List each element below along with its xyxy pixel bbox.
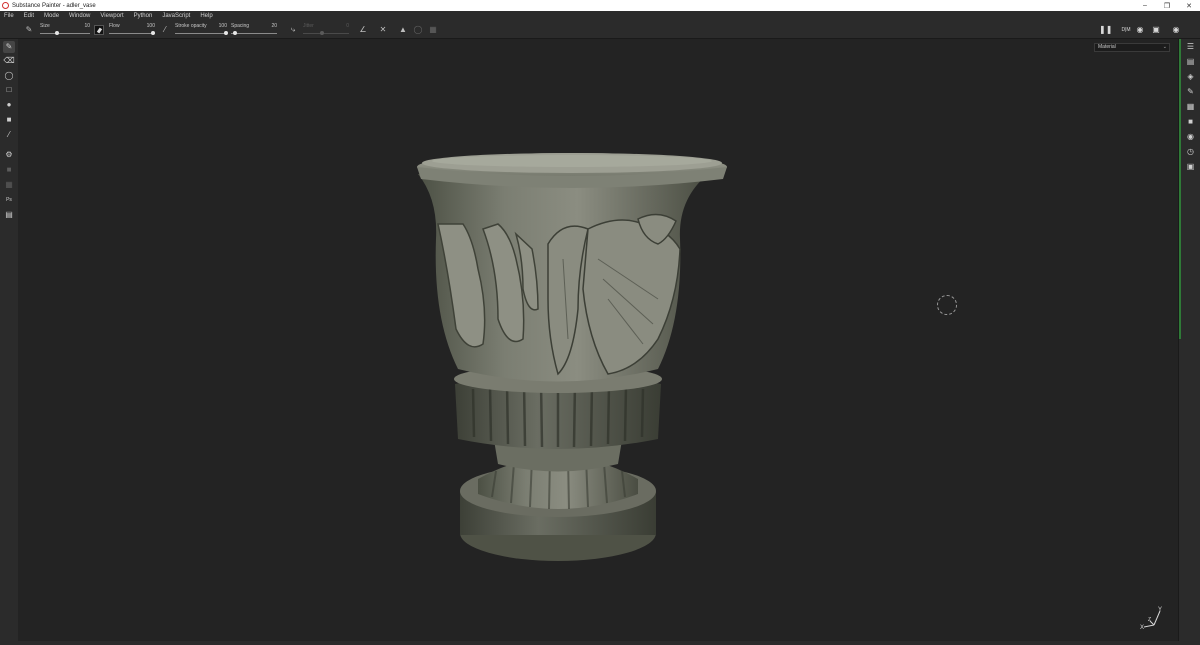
texture-set-list-icon[interactable]: ☰ (1185, 41, 1196, 52)
spacing-label: Spacing (231, 23, 250, 29)
pen-pressure-icon[interactable]: ⁄ (160, 25, 170, 35)
video-camera-icon[interactable]: ▣ (1150, 25, 1162, 35)
photoshop-export-icon[interactable]: Ps (3, 194, 15, 206)
eraser-icon[interactable]: ⌫ (3, 55, 15, 67)
viewer-settings-icon[interactable]: ◉ (1185, 131, 1196, 142)
grid-snap-icon[interactable]: ▦ (428, 25, 438, 35)
menu-file[interactable]: File (4, 13, 14, 19)
stroke-opacity-slider[interactable]: Stroke opacity 100 (175, 23, 228, 37)
restore-icon[interactable]: ❐ (1156, 0, 1178, 11)
settings-gear-icon[interactable]: ⚙ (3, 149, 15, 161)
menu-mode[interactable]: Mode (44, 13, 59, 19)
symmetry-icon[interactable]: ✕ (378, 25, 388, 35)
grid-icon[interactable]: ▦ (3, 179, 15, 191)
substance-painter-icon (2, 2, 9, 9)
history-icon[interactable]: ◷ (1185, 146, 1196, 157)
eraser-mode-icon[interactable]: ◯ (413, 25, 423, 35)
projection-icon[interactable]: ◯ (3, 70, 15, 82)
tool-properties-bar: ✎ Size 10 Flow 100 ⁄ Stroke opacity 100 … (0, 21, 1200, 39)
menu-window[interactable]: Window (69, 13, 90, 19)
stroke-opacity-label: Stroke opacity (175, 23, 207, 29)
jitter-value[interactable]: 0 (346, 23, 349, 29)
menu-edit[interactable]: Edit (24, 13, 34, 19)
jitter-track (303, 33, 349, 34)
shader-settings-icon[interactable]: ■ (1185, 116, 1196, 127)
angle-icon[interactable]: ∠ (358, 25, 368, 35)
axis-x-label: X (1140, 625, 1145, 631)
viewport-mode-dropdown[interactable]: Material ⌄ (1094, 43, 1170, 52)
clipboard-icon[interactable]: ▤ (3, 209, 15, 221)
jitter-label: Jitter (303, 23, 314, 29)
size-knob[interactable] (55, 31, 59, 35)
color-swatch[interactable] (94, 25, 104, 35)
size-slider[interactable]: Size 10 (40, 23, 90, 37)
menu-help[interactable]: Help (200, 13, 212, 19)
left-tool-strip: ✎ ⌫ ◯ □ ● ■ ⁄ ⚙ ■ ▦ Ps ▤ (0, 39, 18, 645)
stroke-opacity-knob[interactable] (224, 31, 228, 35)
flow-track (109, 33, 155, 34)
chevron-down-icon: ⌄ (1162, 44, 1167, 50)
layers-icon[interactable]: ◈ (1185, 71, 1196, 82)
display-settings-icon[interactable]: ▦ (1185, 101, 1196, 112)
flow-value[interactable]: 100 (147, 23, 155, 29)
warp-icon[interactable]: ▲ (398, 25, 408, 35)
camera-3d-icon[interactable]: ◉ (1134, 25, 1146, 35)
minimize-icon[interactable]: – (1134, 0, 1156, 11)
axis-gizmo-lines (1143, 610, 1161, 628)
menu-bar: File Edit Mode Window Viewport Python Ja… (0, 11, 1200, 21)
geometry-mask-icon[interactable]: □ (3, 84, 15, 96)
pause-icon[interactable]: ❚❚ (1099, 25, 1112, 35)
flow-slider[interactable]: Flow 100 (109, 23, 155, 37)
size-value[interactable]: 10 (84, 23, 90, 29)
brush-preset-icon[interactable]: ✎ (24, 25, 34, 35)
accent-bar (1179, 39, 1181, 339)
solo-display-icon[interactable]: D|M (1120, 25, 1132, 35)
menu-python[interactable]: Python (134, 13, 153, 19)
status-strip (0, 641, 1200, 645)
vase-model[interactable] (18, 39, 1178, 641)
window-controls: – ❐ ✕ (1134, 0, 1200, 11)
screenshot-camera-icon[interactable]: ◉ (1170, 25, 1182, 35)
axis-gizmo: Y X Z (1140, 607, 1170, 633)
title-bar: Substance Painter - adler_vase – ❐ ✕ (0, 0, 1200, 11)
brush-cursor (937, 295, 957, 315)
paint-brush-icon[interactable]: ✎ (3, 41, 15, 53)
texture-set-settings-icon[interactable]: ▤ (1185, 56, 1196, 67)
smudge-icon[interactable]: ● (3, 99, 15, 111)
log-icon[interactable]: ▣ (1185, 161, 1196, 172)
lazy-mouse-icon[interactable]: ⤷ (288, 25, 298, 35)
axis-z-label: Z (1148, 617, 1152, 623)
size-label: Size (40, 23, 50, 29)
stroke-opacity-track (175, 33, 227, 34)
lock-icon[interactable]: ■ (3, 164, 15, 176)
menu-viewport[interactable]: Viewport (100, 13, 123, 19)
stroke-opacity-value[interactable]: 100 (219, 23, 227, 29)
flow-knob[interactable] (151, 31, 155, 35)
menu-javascript[interactable]: JavaScript (162, 13, 190, 19)
clone-stamp-icon[interactable]: ■ (3, 114, 15, 126)
window-title: Substance Painter - adler_vase (12, 2, 96, 9)
close-icon[interactable]: ✕ (1178, 0, 1200, 11)
3d-viewport[interactable]: Material ⌄ Y X Z (18, 39, 1178, 641)
jitter-slider[interactable]: Jitter 0 (303, 23, 349, 37)
spacing-track (231, 33, 277, 34)
properties-icon[interactable]: ✎ (1185, 86, 1196, 97)
color-picker-icon[interactable]: ⁄ (3, 129, 15, 141)
right-panel-strip: ☰ ▤ ◈ ✎ ▦ ■ ◉ ◷ ▣ (1178, 39, 1200, 645)
flow-label: Flow (109, 23, 120, 29)
jitter-knob[interactable] (320, 31, 324, 35)
viewport-mode-label: Material (1098, 44, 1116, 50)
axis-y-label: Y (1158, 607, 1163, 613)
spacing-knob[interactable] (233, 31, 237, 35)
spacing-value[interactable]: 20 (271, 23, 277, 29)
spacing-slider[interactable]: Spacing 20 (231, 23, 277, 37)
size-track (40, 33, 90, 34)
